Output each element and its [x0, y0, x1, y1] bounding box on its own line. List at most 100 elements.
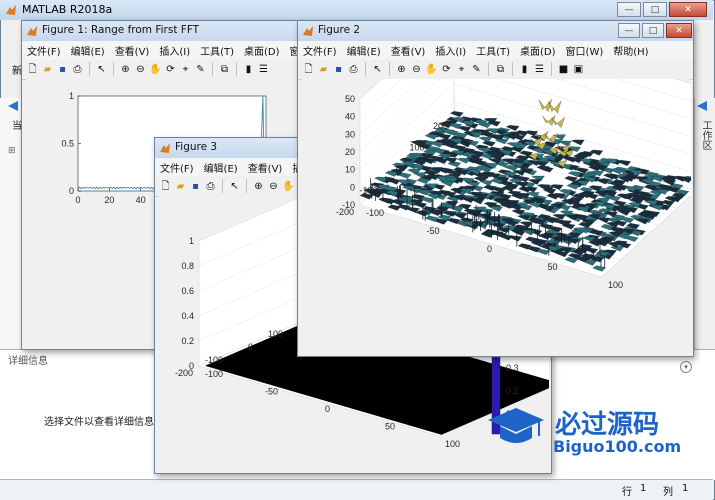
save-icon[interactable]: ▪	[189, 180, 202, 193]
open-file-icon[interactable]: ▰	[41, 63, 54, 76]
figure3-x-tick-label: 100	[445, 439, 460, 449]
figure2-titlebar[interactable]: Figure 2 — □ ✕	[298, 21, 693, 41]
show-plot-tools-icon[interactable]: ▣	[572, 63, 585, 76]
figure2-canvas: 50 40 30 20 10 0 -10 200 100 0 -100 -200 100 50 0 -50 -1…	[302, 12, 697, 353]
link-plot-icon[interactable]: ⧉	[218, 63, 231, 76]
figure2-x-tick-label: -50	[427, 226, 440, 236]
status-bar	[0, 479, 713, 500]
brush-icon[interactable]: ✎	[194, 63, 207, 76]
figure-icon	[303, 26, 313, 36]
zoom-in-icon[interactable]: ⊕	[252, 180, 265, 193]
open-file-icon[interactable]: ▰	[317, 63, 330, 76]
figure2-menu-item[interactable]: 插入(I)	[430, 43, 471, 58]
close-button[interactable]: ✕	[669, 2, 707, 17]
figure3-menu-item[interactable]: 查看(V)	[243, 160, 288, 175]
edit-plot-arrow-icon[interactable]: ↖	[371, 63, 384, 76]
figure2-menu-item[interactable]: 窗口(W)	[561, 43, 609, 58]
current-folder-panel	[0, 98, 22, 358]
zoom-out-icon[interactable]: ⊖	[134, 63, 147, 76]
figure2-menu-item[interactable]: 编辑(E)	[342, 43, 386, 58]
figure3-y-tick-label: -100	[205, 355, 223, 365]
figure2-toolbar: 🗋 ▰ ▪ ⎙ ↖ ⊕ ⊖ ✋ ⟳ ⌖ ✎ ⧉ ▮ ☰ ■ ▣	[298, 59, 693, 80]
toolbar-separator	[551, 62, 552, 76]
new-figure-icon[interactable]: 🗋	[26, 63, 39, 76]
figure2-y-tick-label: 100	[409, 143, 424, 153]
print-icon[interactable]: ⎙	[204, 180, 217, 193]
figure2-window[interactable]: Figure 2 — □ ✕ 文件(F) 编辑(E) 查看(V) 插入(I) 工具(T)…	[297, 12, 697, 357]
figure2-menu-item[interactable]: 文件(F)	[298, 43, 342, 58]
edit-plot-arrow-icon[interactable]: ↖	[95, 63, 108, 76]
toolbar-separator	[113, 62, 114, 76]
pan-hand-icon[interactable]: ✋	[149, 63, 162, 76]
hide-plot-tools-icon[interactable]: ■	[557, 63, 570, 76]
zoom-in-icon[interactable]: ⊕	[119, 63, 132, 76]
save-icon[interactable]: ▪	[56, 63, 69, 76]
zoom-out-icon[interactable]: ⊖	[267, 180, 280, 193]
zoom-out-icon[interactable]: ⊖	[410, 63, 423, 76]
colorbar-icon[interactable]: ▮	[242, 63, 255, 76]
brush-icon[interactable]: ✎	[470, 63, 483, 76]
toolbar-separator	[488, 62, 489, 76]
rotate-3d-icon[interactable]: ⟳	[164, 63, 177, 76]
figure1-menu-item[interactable]: 文件(F)	[22, 43, 66, 58]
link-plot-icon[interactable]: ⧉	[494, 63, 507, 76]
new-figure-icon[interactable]: 🗋	[159, 180, 172, 193]
figure2-menu-item[interactable]: 查看(V)	[386, 43, 431, 58]
figure2-menubar: 文件(F) 编辑(E) 查看(V) 插入(I) 工具(T) 桌面(D) 窗口(W) 帮助(H)	[298, 41, 693, 59]
figure3-y-tick-label: 0	[248, 342, 253, 352]
legend-icon[interactable]: ☰	[533, 63, 546, 76]
figure2-plot[interactable]: 50403020100-102001000-100-200100500-50-1…	[302, 12, 697, 353]
print-icon[interactable]: ⎙	[71, 63, 84, 76]
figure1-menu-item[interactable]: 插入(I)	[154, 43, 195, 58]
data-cursor-icon[interactable]: ⌖	[179, 63, 192, 76]
x-tick-label: 40	[136, 195, 146, 205]
pan-hand-icon[interactable]: ✋	[282, 180, 295, 193]
legend-icon[interactable]: ☰	[257, 63, 270, 76]
expand-icon[interactable]: ⊞	[8, 146, 16, 156]
figure1-menu-item[interactable]: 桌面(D)	[239, 43, 285, 58]
open-file-icon[interactable]: ▰	[174, 180, 187, 193]
figure2-menu-item[interactable]: 帮助(H)	[608, 43, 653, 58]
edit-plot-arrow-icon[interactable]: ↖	[228, 180, 241, 193]
status-col-value: 1	[682, 483, 689, 494]
details-collapse-icon[interactable]: ▾	[680, 361, 692, 373]
watermark-cn: 必过源码	[555, 410, 660, 440]
maximize-button[interactable]: □	[643, 2, 667, 17]
matlab-logo-icon	[6, 5, 16, 15]
figure2-minimize-button[interactable]: —	[618, 23, 640, 38]
rotate-3d-icon[interactable]: ⟳	[440, 63, 453, 76]
figure2-z-tick-label: 10	[345, 165, 355, 175]
figure2-maximize-button[interactable]: □	[642, 23, 664, 38]
main-titlebar: MATLAB R2018a	[0, 0, 713, 20]
status-col-label: 列	[663, 487, 673, 498]
figure3-menu-item[interactable]: 文件(F)	[155, 160, 199, 175]
x-tick-label: 20	[104, 195, 114, 205]
toolbar-separator	[89, 62, 90, 76]
zoom-in-icon[interactable]: ⊕	[395, 63, 408, 76]
new-figure-icon[interactable]: 🗋	[302, 63, 315, 76]
figure2-window-controls: — □ ✕	[618, 23, 692, 39]
figure3-x-tick-label: -50	[265, 387, 278, 397]
figure1-menu-item[interactable]: 工具(T)	[195, 43, 239, 58]
print-icon[interactable]: ⎙	[347, 63, 360, 76]
toolbar-separator	[365, 62, 366, 76]
toolbar-separator	[246, 179, 247, 193]
figure3-menu-item[interactable]: 编辑(E)	[199, 160, 243, 175]
colorbar-icon[interactable]: ▮	[518, 63, 531, 76]
figure2-menu-item[interactable]: 桌面(D)	[515, 43, 561, 58]
figure-icon	[160, 143, 170, 153]
figure2-x-tick-label: 0	[487, 244, 492, 254]
main-window-title: MATLAB R2018a	[22, 3, 113, 16]
figure1-menu-item[interactable]: 查看(V)	[110, 43, 155, 58]
save-icon[interactable]: ▪	[332, 63, 345, 76]
figure1-menu-item[interactable]: 编辑(E)	[66, 43, 110, 58]
figure1-titlebar[interactable]: Figure 1: Range from First FFT	[22, 21, 305, 41]
figure2-menu-item[interactable]: 工具(T)	[471, 43, 515, 58]
figure2-close-button[interactable]: ✕	[666, 23, 692, 38]
figure3-z-tick-label: 0.2	[181, 336, 194, 346]
minimize-button[interactable]: —	[617, 2, 641, 17]
data-cursor-icon[interactable]: ⌖	[455, 63, 468, 76]
workspace-label[interactable]: 工作区	[698, 120, 713, 150]
pan-hand-icon[interactable]: ✋	[425, 63, 438, 76]
toolbar-separator	[512, 62, 513, 76]
